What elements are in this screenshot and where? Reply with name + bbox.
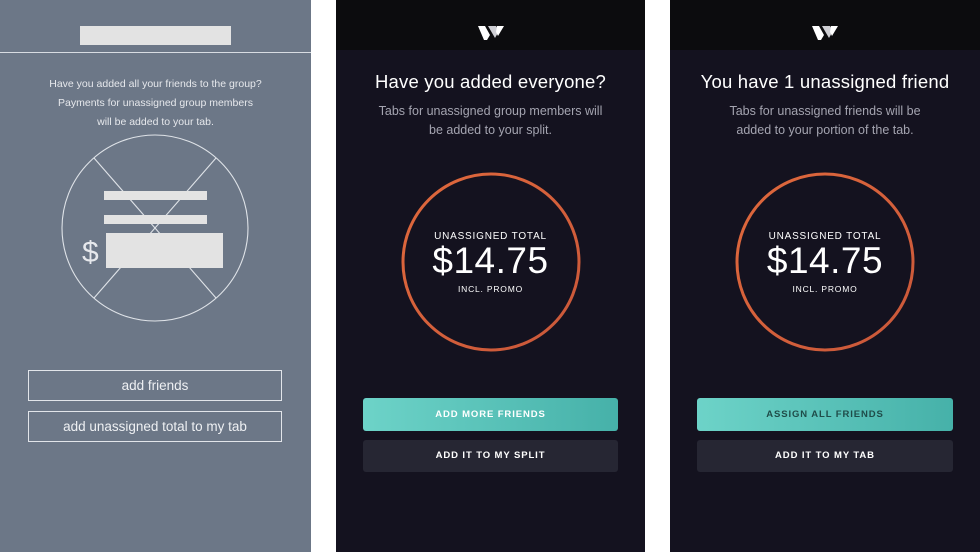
page-subtitle: Tabs for unassigned friends will be adde… bbox=[710, 102, 940, 140]
top-bar bbox=[670, 0, 980, 50]
top-bar bbox=[336, 0, 645, 50]
subtitle-line: be added to your split. bbox=[429, 123, 552, 137]
add-to-tab-button[interactable]: ADD IT TO MY TAB bbox=[697, 440, 953, 472]
currency-symbol: $ bbox=[82, 236, 99, 269]
wireframe-panel: Have you added all your friends to the g… bbox=[0, 0, 311, 552]
assign-all-friends-button[interactable]: ASSIGN ALL FRIENDS bbox=[697, 398, 953, 431]
subtitle-line: Tabs for unassigned friends will be bbox=[729, 104, 921, 118]
crossed-circle-placeholder-icon: $ bbox=[61, 134, 249, 322]
add-unassigned-total-button[interactable]: add unassigned total to my tab bbox=[28, 411, 282, 442]
placeholder-amount bbox=[106, 233, 223, 268]
subtitle-line: Tabs for unassigned group members will bbox=[378, 104, 603, 118]
promo-label: INCL. PROMO bbox=[792, 284, 858, 294]
w-logo-icon bbox=[812, 26, 838, 40]
add-more-friends-button[interactable]: ADD MORE FRIENDS bbox=[363, 398, 618, 431]
unassigned-total-amount: $14.75 bbox=[432, 240, 549, 281]
w-logo-icon bbox=[477, 26, 504, 40]
promo-label: INCL. PROMO bbox=[457, 284, 523, 294]
placeholder-bar bbox=[104, 215, 207, 224]
tab-screen: You have 1 unassigned friend Tabs for un… bbox=[670, 0, 980, 552]
subtitle-line: added to your portion of the tab. bbox=[736, 123, 914, 137]
page-subtitle: Tabs for unassigned group members will b… bbox=[376, 102, 605, 140]
add-friends-button[interactable]: add friends bbox=[28, 370, 282, 401]
split-screen: Have you added everyone? Tabs for unassi… bbox=[336, 0, 645, 552]
page-title: Have you added everyone? bbox=[374, 71, 607, 92]
page-title: You have 1 unassigned friend bbox=[700, 71, 950, 92]
add-to-split-button[interactable]: ADD IT TO MY SPLIT bbox=[363, 440, 618, 472]
placeholder-bar bbox=[104, 191, 207, 200]
unassigned-total-amount: $14.75 bbox=[766, 240, 884, 281]
